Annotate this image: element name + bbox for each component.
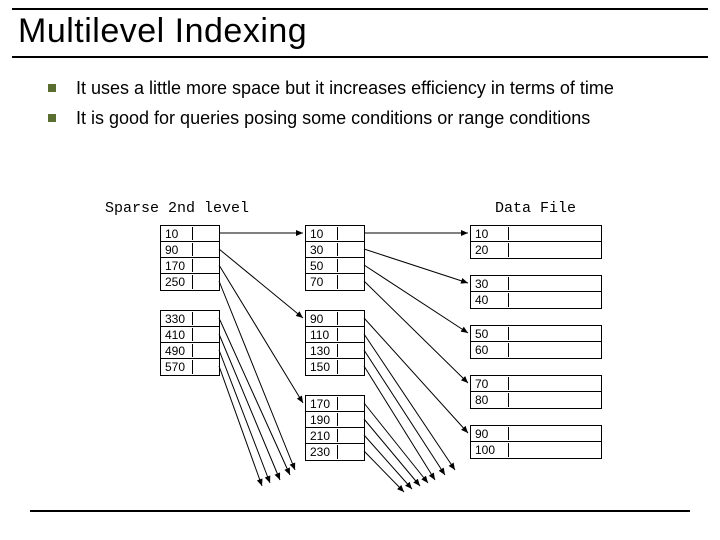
data-block: 10 20 [470, 225, 602, 259]
cell: 10 [165, 227, 193, 240]
cell: 130 [310, 344, 338, 357]
data-block: 50 60 [470, 325, 602, 359]
cell: 80 [475, 393, 509, 407]
data-file-label: Data File [495, 200, 576, 217]
cell: 210 [310, 429, 338, 442]
cell: 330 [165, 312, 193, 325]
cell: 20 [475, 243, 509, 257]
cell: 50 [310, 259, 338, 272]
cell: 170 [165, 259, 193, 272]
cell: 50 [475, 327, 509, 340]
cell: 90 [475, 427, 509, 440]
dense-block: 170 190 210 230 [305, 395, 365, 461]
data-block: 30 40 [470, 275, 602, 309]
cell: 100 [475, 443, 509, 457]
cell: 70 [475, 377, 509, 390]
data-block: 70 80 [470, 375, 602, 409]
cell: 30 [475, 277, 509, 290]
cell: 250 [165, 275, 193, 289]
sparse-block: 10 90 170 250 [160, 225, 220, 291]
cell: 10 [310, 227, 338, 240]
sparse-level-label: Sparse 2nd level [105, 200, 249, 217]
cell: 60 [475, 343, 509, 357]
cell: 570 [165, 360, 193, 374]
sparse-block: 330 410 490 570 [160, 310, 220, 376]
cell: 90 [165, 243, 193, 256]
footer-rule [30, 510, 690, 512]
cell: 30 [310, 243, 338, 256]
cell: 110 [310, 328, 338, 341]
dense-block: 10 30 50 70 [305, 225, 365, 291]
cell: 150 [310, 360, 338, 374]
data-block: 90 100 [470, 425, 602, 459]
cell: 10 [475, 227, 509, 240]
cell: 230 [310, 445, 338, 459]
cell: 490 [165, 344, 193, 357]
cell: 190 [310, 413, 338, 426]
cell: 90 [310, 312, 338, 325]
cell: 70 [310, 275, 338, 289]
cell: 410 [165, 328, 193, 341]
cell: 170 [310, 397, 338, 410]
dense-block: 90 110 130 150 [305, 310, 365, 376]
cell: 40 [475, 293, 509, 307]
